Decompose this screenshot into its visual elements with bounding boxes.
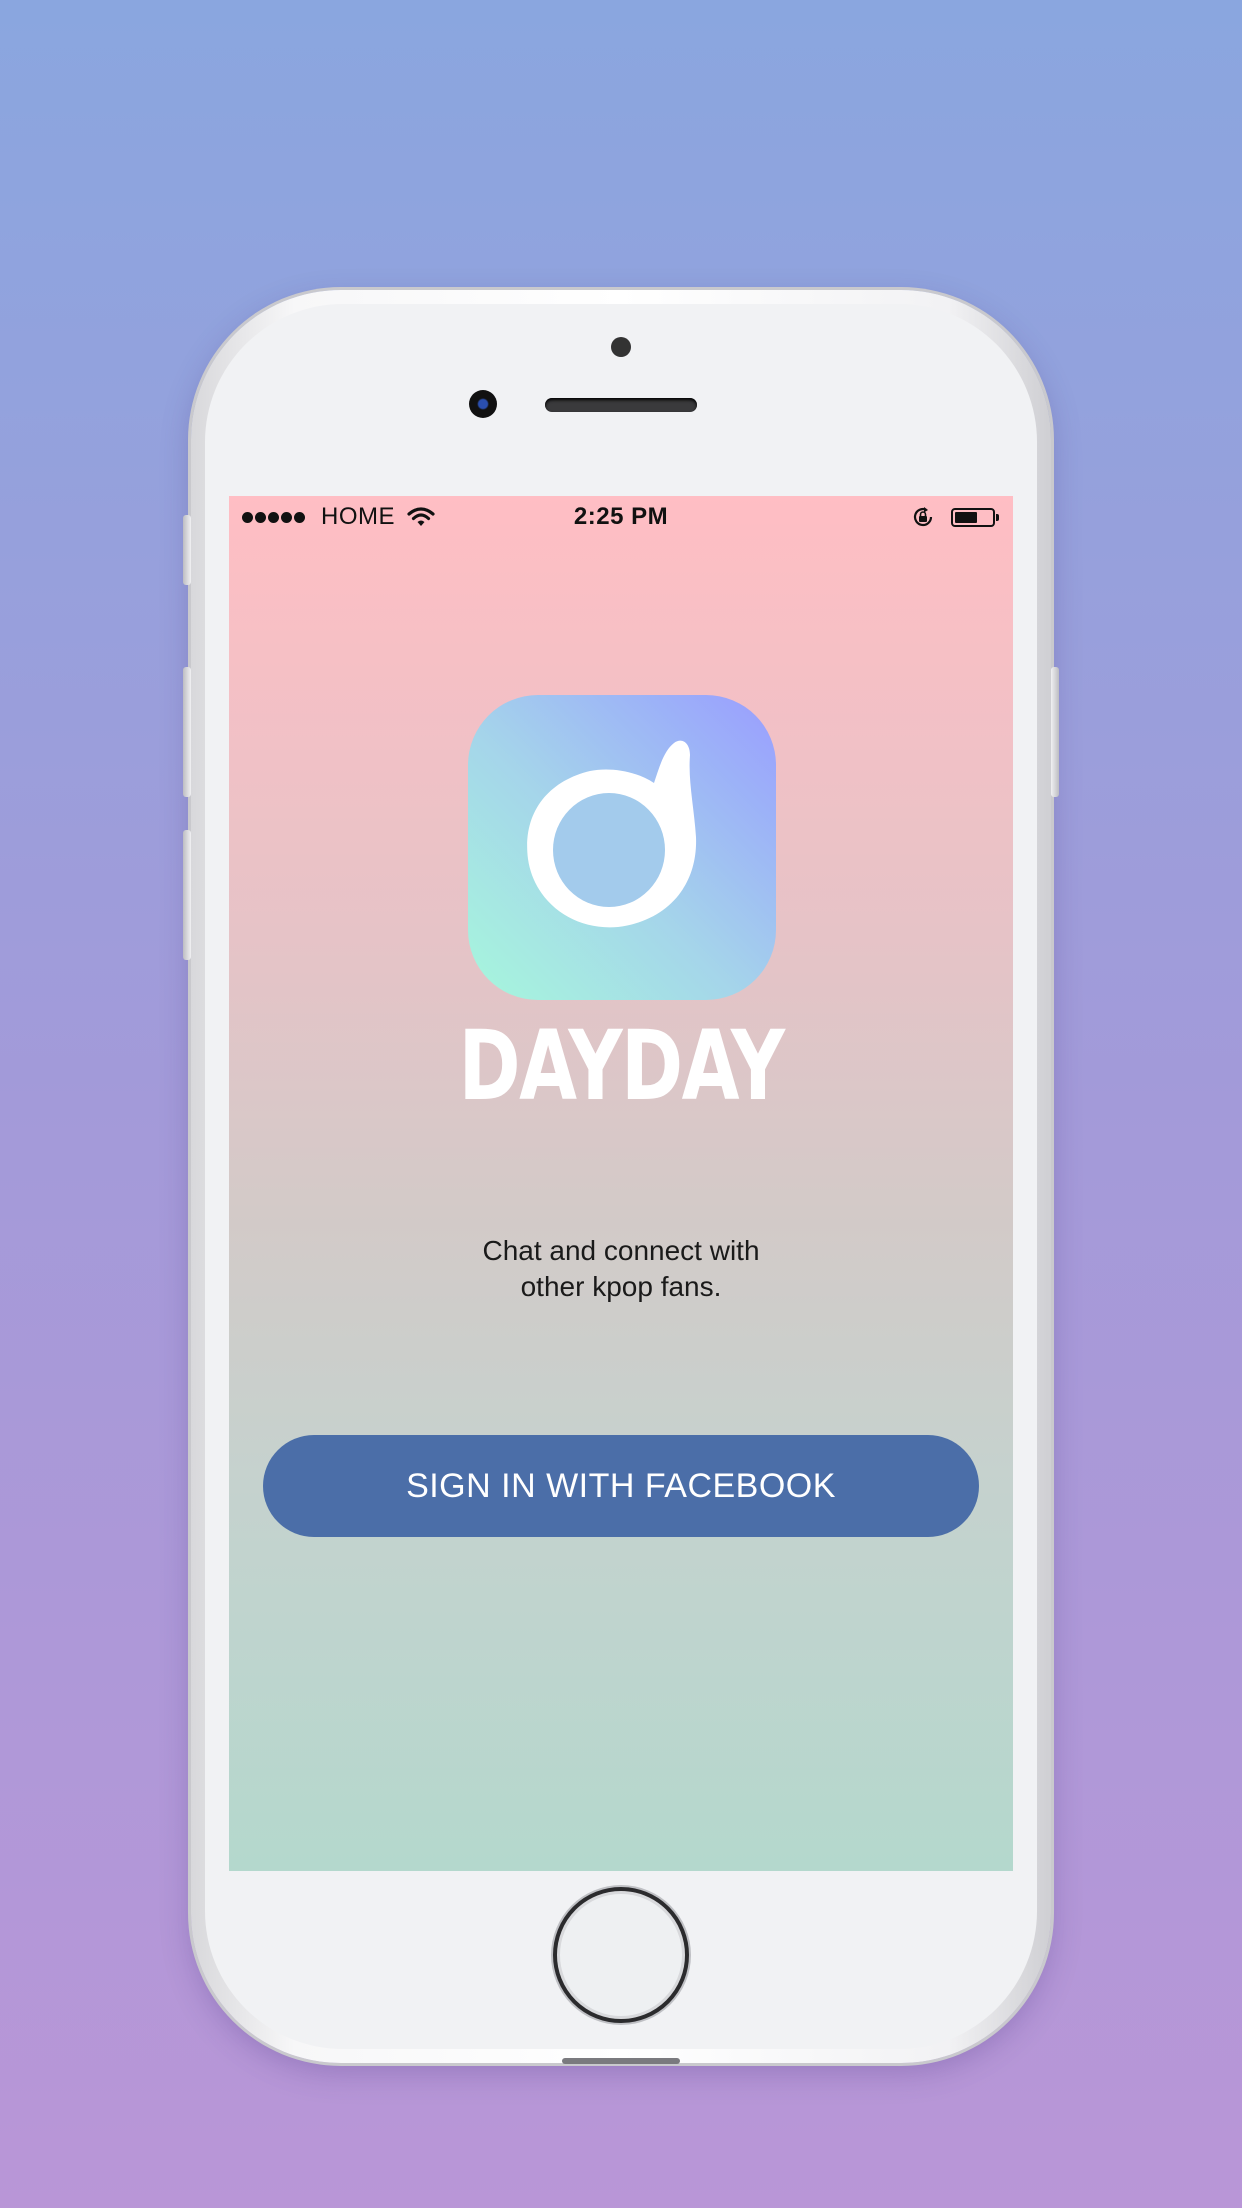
music-note-icon [527, 740, 697, 928]
earpiece-speaker [545, 398, 697, 412]
bottom-edge-detail [562, 2058, 680, 2064]
app-screen: HOME 2:25 PM DAYDAY Chat and connect wit… [229, 496, 1013, 1871]
battery-level-fill [955, 512, 977, 523]
tagline: Chat and connect with other kpop fans. [229, 1233, 1013, 1305]
app-name: DAYDAY [458, 1010, 786, 1122]
status-bar: HOME 2:25 PM [229, 496, 1013, 536]
status-time: 2:25 PM [573, 503, 669, 530]
volume-down-button [183, 830, 191, 960]
mute-switch [183, 515, 191, 585]
volume-up-button [183, 667, 191, 797]
front-camera [469, 390, 497, 418]
battery-tip [996, 514, 999, 521]
proximity-sensor [611, 337, 631, 357]
sign-in-facebook-button[interactable]: SIGN IN WITH FACEBOOK [263, 1435, 979, 1537]
app-logo-icon [468, 695, 776, 1000]
tagline-line-1: Chat and connect with [482, 1235, 760, 1266]
power-button [1051, 667, 1059, 797]
home-button[interactable] [553, 1887, 689, 2023]
rotation-lock-icon [911, 505, 935, 536]
battery-icon [951, 508, 995, 527]
tagline-line-2: other kpop fans. [520, 1271, 722, 1302]
